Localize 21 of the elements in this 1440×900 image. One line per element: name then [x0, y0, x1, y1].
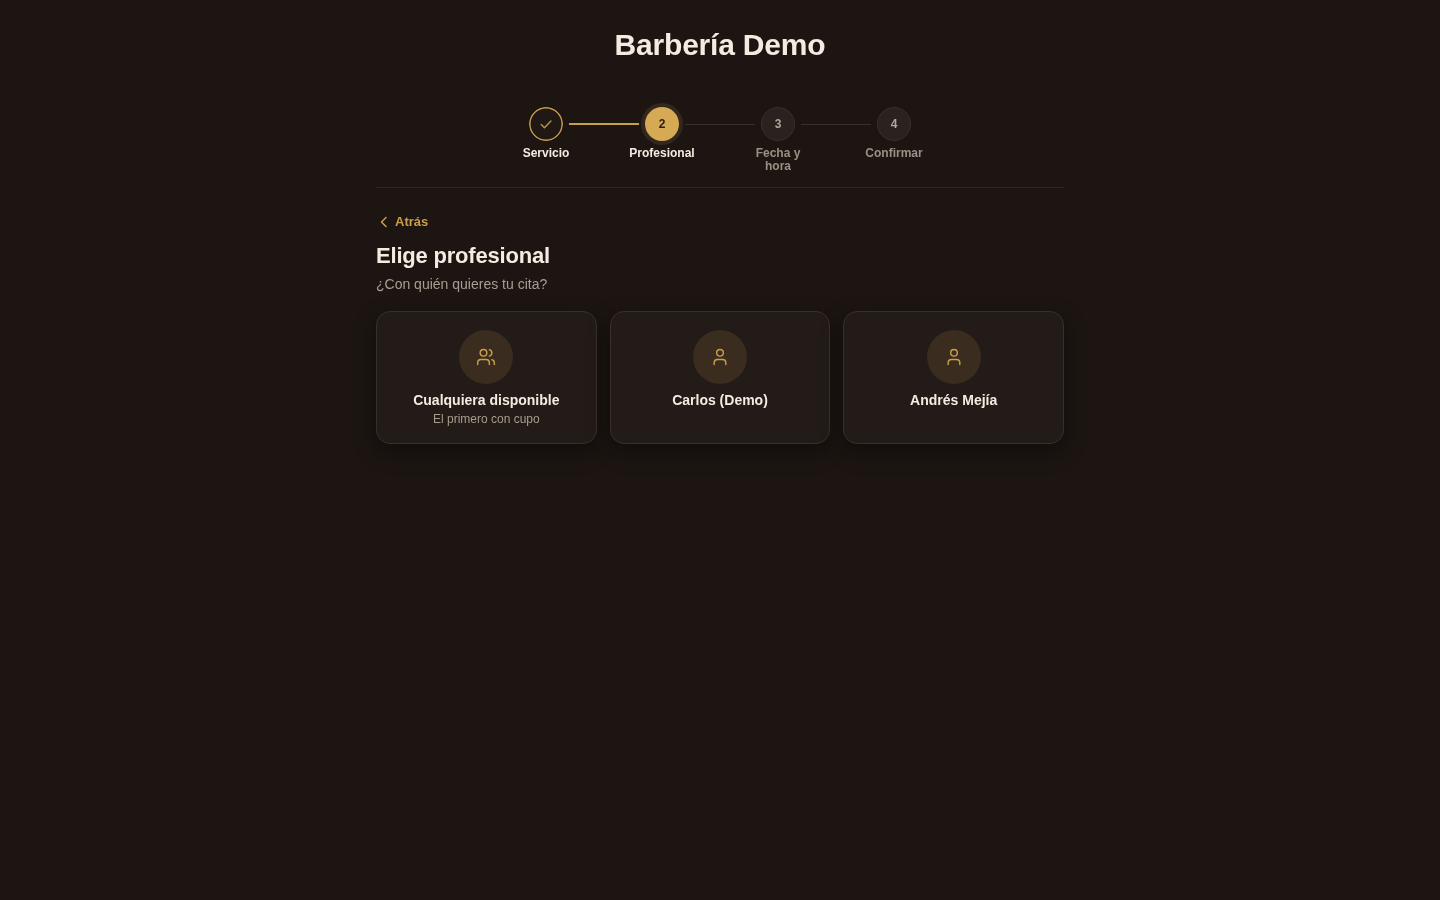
users-avatar-icon: [459, 330, 514, 384]
step-label: Confirmar: [865, 147, 923, 160]
professional-card[interactable]: Andrés Mejía: [843, 311, 1064, 444]
step-number: 4: [877, 107, 911, 141]
professional-name: Carlos (Demo): [672, 391, 768, 409]
professional-card[interactable]: Cualquiera disponible El primero con cupo: [376, 311, 597, 444]
back-link[interactable]: Atrás: [376, 214, 429, 230]
step-number: 3: [761, 107, 795, 141]
app-title: Barbería Demo: [614, 27, 826, 63]
user-avatar-icon: [926, 330, 981, 384]
step-label: Fecha y hora: [754, 147, 802, 173]
professional-card[interactable]: Carlos (Demo): [609, 311, 831, 444]
professional-note: El primero con cupo: [432, 412, 540, 427]
professional-name: Andrés Mejía: [910, 391, 998, 409]
chevron-left-icon: [379, 216, 388, 228]
user-avatar-icon: [693, 330, 747, 384]
section-subtitle: ¿Con quién quieres tu cita?: [376, 275, 548, 293]
step-label: Servicio: [522, 147, 570, 160]
professional-name: Cualquiera disponible: [413, 391, 560, 409]
step-label: Profesional: [629, 147, 695, 160]
section-title: Elige profesional: [376, 242, 550, 270]
